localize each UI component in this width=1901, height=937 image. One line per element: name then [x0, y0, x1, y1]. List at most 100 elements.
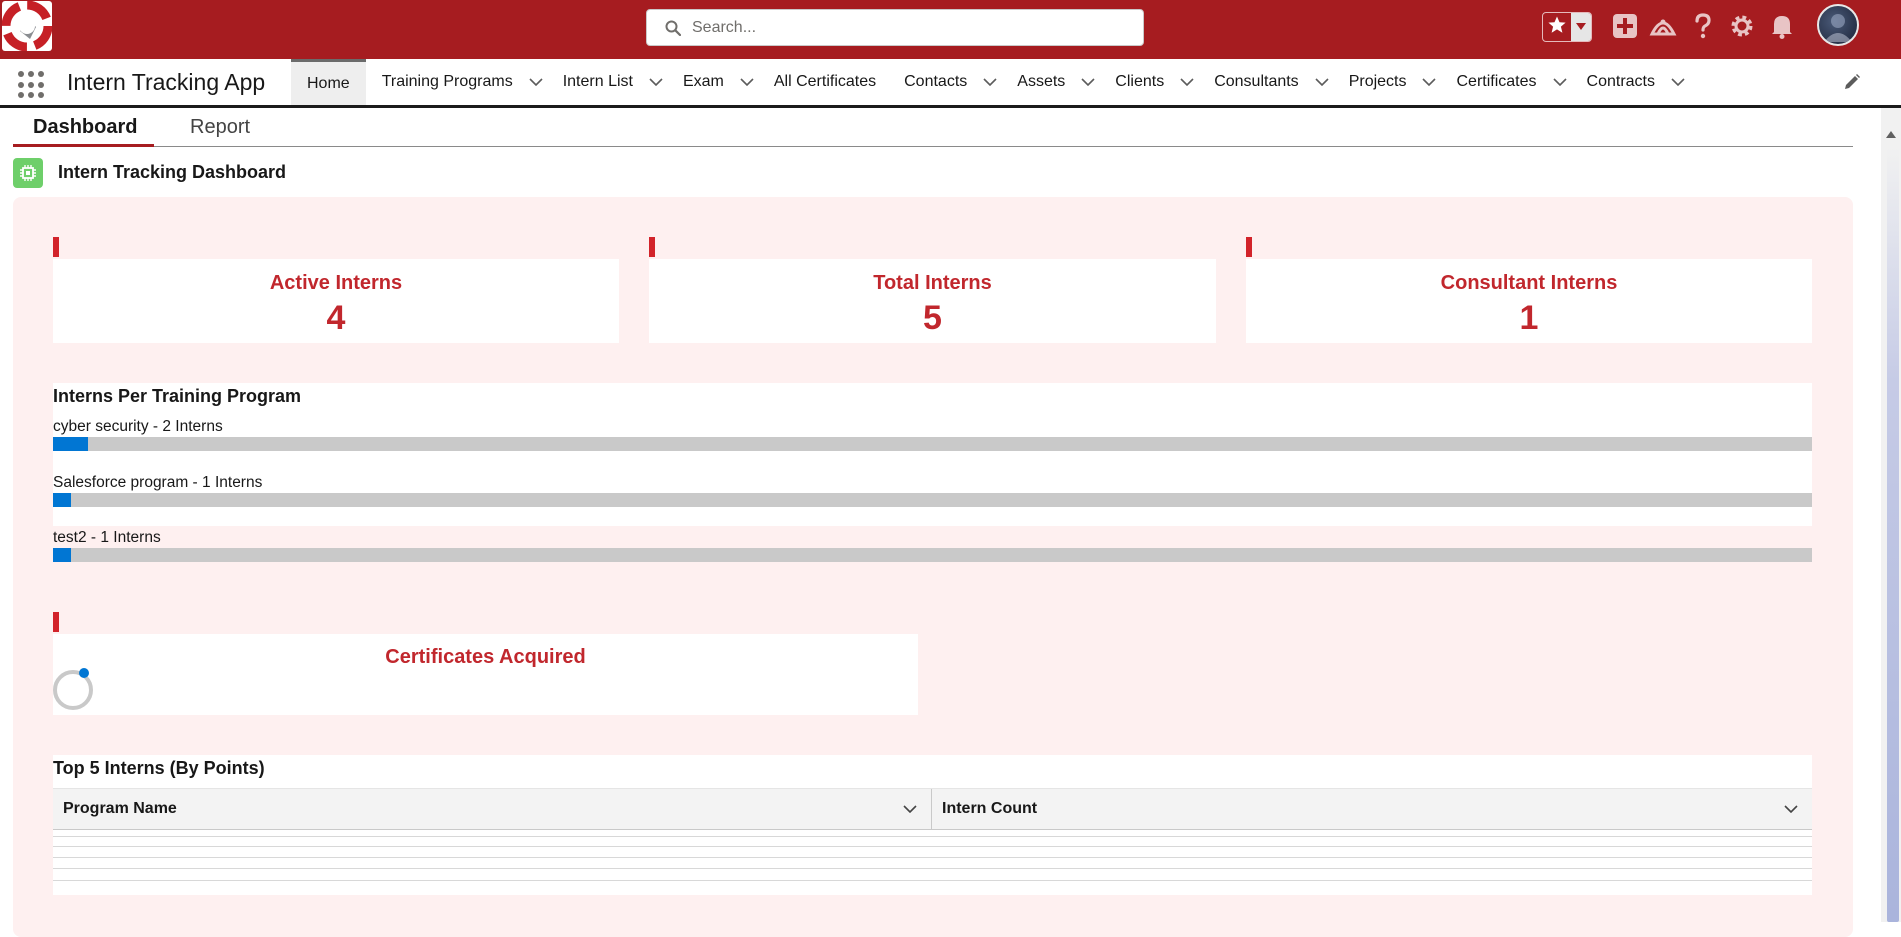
chevron-down-icon[interactable]	[525, 59, 547, 105]
program-label: test2 - 1 Interns	[53, 529, 161, 546]
stat-value: 5	[923, 299, 942, 337]
tab-report[interactable]: Report	[190, 116, 250, 139]
program-progress-fill	[53, 548, 71, 562]
stat-card-consultant-interns: Consultant Interns 1	[1246, 259, 1812, 343]
card-accent	[1246, 237, 1252, 257]
dashboard-container: Active Interns 4 Total Interns 5 Consult…	[13, 197, 1853, 937]
stat-card-total-interns: Total Interns 5	[649, 259, 1216, 343]
stat-value: 1	[1519, 299, 1539, 337]
tab-consultants[interactable]: Consultants	[1198, 59, 1333, 105]
certificates-title: Certificates Acquired	[385, 646, 586, 668]
chevron-down-icon[interactable]	[1176, 59, 1198, 105]
tab-label: Training Programs	[381, 73, 513, 90]
search-input[interactable]	[692, 17, 1122, 39]
app-nav-bar: Intern Tracking App Home Training Progra…	[0, 59, 1901, 108]
chevron-down-icon[interactable]	[1784, 800, 1798, 818]
chevron-down-icon[interactable]	[1311, 59, 1333, 105]
table-row	[53, 846, 1812, 847]
tab-assets[interactable]: Assets	[1001, 59, 1099, 105]
top-interns-panel: Top 5 Interns (By Points) Program Name I…	[53, 755, 1812, 895]
chevron-down-icon[interactable]	[645, 59, 667, 105]
tab-label: Home	[307, 74, 350, 92]
program-progress-bar	[53, 548, 1812, 562]
favorites-button[interactable]	[1543, 13, 1571, 41]
notifications-button[interactable]	[1767, 13, 1797, 43]
table-header: Program Name Intern Count	[53, 788, 1812, 830]
table-row	[53, 880, 1812, 881]
tab-label: Certificates	[1456, 73, 1537, 90]
app-launcher-icon[interactable]	[18, 71, 46, 99]
tab-all-certificates[interactable]: All Certificates	[758, 59, 888, 105]
active-tab-indicator	[13, 144, 154, 147]
dashboard-icon	[13, 158, 43, 188]
program-label: Salesforce program - 1 Interns	[53, 474, 263, 491]
programs-panel: Interns Per Training Program cyber secur…	[53, 383, 1812, 562]
chevron-down-icon[interactable]	[903, 800, 917, 818]
column-header-intern-count[interactable]: Intern Count	[932, 789, 1812, 829]
tab-label: Projects	[1348, 73, 1407, 90]
column-label: Intern Count	[942, 800, 1038, 817]
tab-training-programs[interactable]: Training Programs	[366, 59, 547, 105]
global-actions-button[interactable]	[1610, 13, 1640, 43]
tab-label: All Certificates	[773, 73, 877, 90]
certificates-card: Certificates Acquired	[53, 634, 918, 715]
tab-label: Intern List	[562, 73, 633, 90]
table-row	[53, 868, 1812, 869]
tab-contracts[interactable]: Contracts	[1571, 59, 1689, 105]
stat-value: 4	[326, 299, 346, 337]
tab-label: Clients	[1115, 73, 1165, 90]
chevron-down-icon[interactable]	[1077, 59, 1099, 105]
scrollbar-thumb[interactable]	[1887, 148, 1899, 922]
caret-down-icon	[1575, 18, 1586, 36]
favorites-list-button[interactable]	[1570, 13, 1591, 41]
gear-icon	[1729, 13, 1755, 44]
page-title: Intern Tracking Dashboard	[58, 162, 287, 182]
help-button[interactable]	[1688, 12, 1718, 44]
setup-button[interactable]	[1727, 13, 1757, 43]
column-header-program-name[interactable]: Program Name	[53, 789, 932, 829]
bell-icon	[1770, 13, 1794, 44]
program-progress-fill	[53, 437, 89, 451]
chevron-down-icon[interactable]	[979, 59, 1001, 105]
org-logo[interactable]	[2, 1, 52, 51]
card-accent	[53, 237, 59, 257]
tab-contacts[interactable]: Contacts	[888, 59, 1001, 105]
tab-clients[interactable]: Clients	[1099, 59, 1198, 105]
stat-title: Active Interns	[269, 272, 403, 294]
star-icon	[1547, 15, 1567, 40]
user-avatar[interactable]	[1817, 4, 1859, 46]
tab-projects[interactable]: Projects	[1333, 59, 1441, 105]
table-row	[53, 836, 1812, 837]
tab-label: Contacts	[904, 73, 968, 90]
pencil-icon	[1843, 74, 1861, 95]
card-accent	[53, 612, 59, 632]
program-label: cyber security - 2 Interns	[53, 418, 223, 435]
chevron-down-icon[interactable]	[1549, 59, 1571, 105]
chevron-down-icon[interactable]	[1667, 59, 1689, 105]
search-icon	[665, 20, 682, 41]
scroll-up-icon[interactable]	[1881, 124, 1901, 144]
spinner-dot	[79, 668, 89, 678]
column-label: Program Name	[63, 800, 177, 817]
loading-spinner-icon	[53, 668, 93, 710]
tab-certificates[interactable]: Certificates	[1440, 59, 1570, 105]
tab-dashboard[interactable]: Dashboard	[33, 116, 137, 139]
nav-tabs: Home Training Programs Intern List Exam …	[291, 59, 1689, 105]
tab-intern-list[interactable]: Intern List	[547, 59, 667, 105]
global-search[interactable]	[646, 9, 1144, 46]
chevron-down-icon[interactable]	[1418, 59, 1440, 105]
table-row	[53, 857, 1812, 858]
page-tabs: Dashboard Report	[13, 108, 1853, 147]
chevron-down-icon[interactable]	[736, 59, 758, 105]
help-icon	[1694, 12, 1712, 44]
top-interns-title: Top 5 Interns (By Points)	[53, 758, 265, 778]
add-icon	[1612, 13, 1638, 44]
global-header	[0, 0, 1901, 59]
tab-exam[interactable]: Exam	[667, 59, 758, 105]
edit-nav-button[interactable]	[1843, 73, 1861, 96]
program-progress-fill	[53, 493, 71, 507]
stat-title: Consultant Interns	[1440, 272, 1618, 294]
tab-home[interactable]: Home	[291, 59, 366, 105]
tab-label: Exam	[682, 73, 724, 90]
trailhead-button[interactable]	[1648, 13, 1678, 43]
